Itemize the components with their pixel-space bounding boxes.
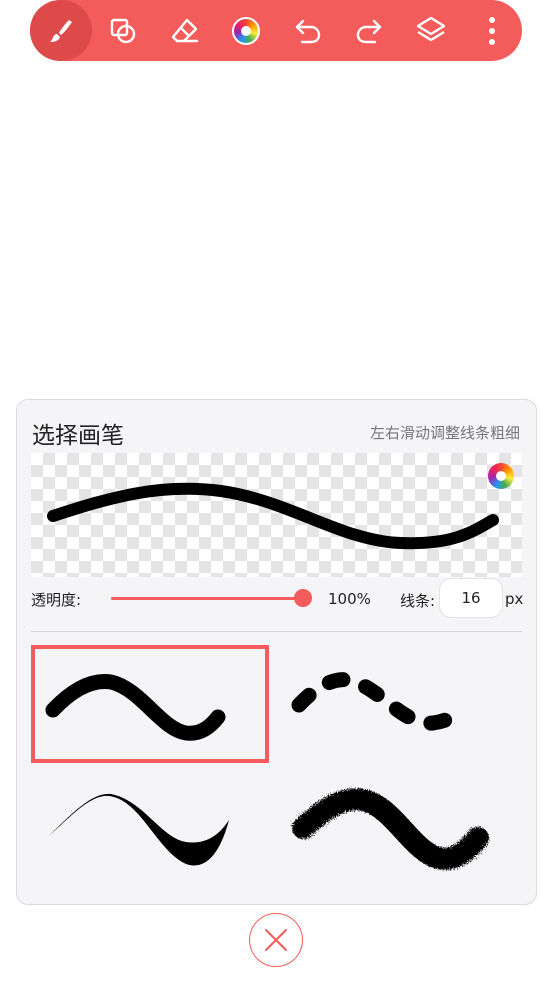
divider <box>31 631 522 632</box>
redo-button[interactable] <box>338 0 399 61</box>
eraser-tool-button[interactable] <box>154 0 215 61</box>
spray-stroke-preview <box>292 788 489 870</box>
brush-option-calligraphy[interactable] <box>31 780 269 898</box>
eraser-icon <box>171 18 198 42</box>
top-toolbar <box>30 0 522 61</box>
line-width-unit: px <box>505 590 524 608</box>
undo-icon <box>295 19 320 43</box>
opacity-label: 透明度: <box>31 591 82 609</box>
redo-icon <box>356 19 381 43</box>
opacity-slider-track[interactable] <box>111 597 305 600</box>
more-options-button[interactable] <box>461 0 522 61</box>
brush-icon <box>50 19 72 42</box>
shapes-icon <box>110 18 135 43</box>
more-vertical-icon <box>488 16 495 45</box>
color-palette-icon <box>231 16 260 45</box>
brush-tool-button[interactable] <box>30 0 92 61</box>
panel-title: 选择画笔 <box>32 423 124 449</box>
preview-stroke <box>47 482 499 550</box>
color-wheel-icon[interactable] <box>488 463 514 489</box>
width-hint: 左右滑动调整线条粗细 <box>369 424 520 442</box>
line-width-label: 线条: <box>400 592 436 610</box>
brush-option-spray[interactable] <box>283 780 521 898</box>
brush-panel: 选择画笔 左右滑动调整线条粗细 透明度: 100% 线条: 16 px <box>16 399 537 905</box>
dashed-stroke-preview <box>291 672 471 731</box>
undo-button[interactable] <box>277 0 338 61</box>
opacity-slider-thumb[interactable] <box>294 589 312 607</box>
color-tool-button[interactable] <box>215 0 276 61</box>
brush-option-dashed[interactable] <box>283 645 521 763</box>
shapes-tool-button[interactable] <box>92 0 153 61</box>
opacity-value: 100% <box>328 590 371 608</box>
close-icon <box>265 929 287 951</box>
calligraphy-stroke-preview <box>49 793 229 866</box>
line-width-input[interactable]: 16 <box>439 578 503 618</box>
solid-stroke-preview <box>45 674 226 741</box>
layers-icon <box>416 16 445 41</box>
brush-preview[interactable] <box>31 453 522 577</box>
layers-button[interactable] <box>400 0 461 61</box>
close-button[interactable] <box>249 913 303 967</box>
brush-option-solid[interactable] <box>31 645 269 763</box>
